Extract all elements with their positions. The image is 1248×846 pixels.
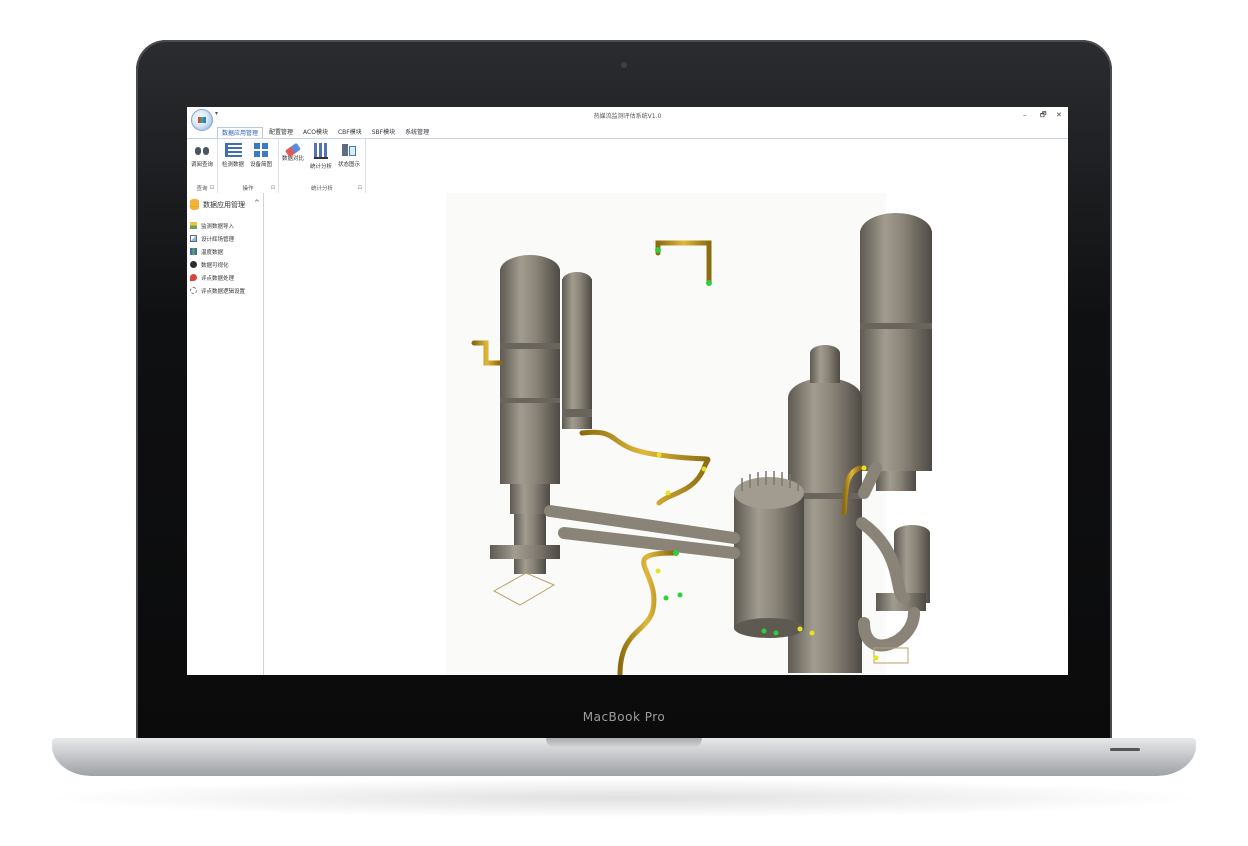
sidebar-header[interactable]: 数据应用管理 ^ — [189, 199, 261, 211]
status-chart-label: 状态图示 — [337, 162, 360, 168]
list-icon — [224, 143, 242, 157]
sidebar-item-temperature[interactable]: 温度数据 — [190, 247, 262, 257]
status-chart-button[interactable]: 状态图示 — [336, 143, 362, 168]
camera-icon — [621, 62, 627, 68]
vessel-back-thin[interactable] — [562, 272, 592, 429]
close-button[interactable]: ✕ — [1056, 111, 1062, 119]
settings-icon — [190, 287, 197, 294]
binoculars-icon — [195, 143, 209, 157]
group-launcher-icon[interactable]: ⊡ — [358, 185, 362, 191]
sidebar-title: 数据应用管理 — [203, 201, 245, 209]
title-bar: 热媒流监测评估系统V1.0 ▾ – 🗗 ✕ — [187, 107, 1068, 123]
ribbon-group-operation: 检测数据 设备简图 操作 ⊡ — [218, 139, 279, 193]
group-launcher-icon[interactable]: ⊡ — [271, 185, 275, 191]
vessel-right[interactable] — [860, 213, 932, 491]
sidebar-item-label: 温度数据 — [201, 250, 224, 256]
sidebar: 数据应用管理 ^ 监测数据导入 设计辉场管理 温度数据 数据可视化 评点数据处理… — [187, 193, 264, 675]
process-icon — [190, 274, 197, 281]
image-icon — [190, 235, 197, 242]
bar-chart-icon — [314, 143, 328, 159]
sidebar-item-label: 监测数据导入 — [201, 224, 235, 230]
ribbon: 调阅查询 查询 ⊡ 检测数据 设备简图 操作 ⊡ 数据对比 统计分析 状态图示 … — [187, 138, 1068, 194]
sidebar-item-logic-settings[interactable]: 评点数据逻辑设置 — [190, 286, 262, 296]
sidebar-item-label: 设计辉场管理 — [201, 237, 235, 243]
plant-3d-model[interactable] — [264, 193, 1068, 675]
import-icon — [190, 222, 197, 229]
group-launcher-icon[interactable]: ⊡ — [210, 185, 214, 191]
power-led — [1110, 748, 1140, 751]
ribbon-group-query: 调阅查询 查询 ⊡ — [187, 139, 218, 193]
restore-button[interactable]: 🗗 — [1040, 111, 1047, 122]
data-icon — [190, 248, 197, 255]
device-diagram-button[interactable]: 设备简图 — [248, 143, 274, 168]
visual-icon — [190, 261, 197, 268]
query-button[interactable]: 调阅查询 — [189, 143, 215, 168]
ribbon-group-label: 操作 — [242, 186, 254, 192]
statistics-button[interactable]: 统计分析 — [308, 143, 334, 170]
quick-access-dropdown-icon[interactable]: ▾ — [215, 110, 218, 117]
sidebar-item-label: 评点数据逻辑设置 — [201, 289, 246, 295]
collapse-icon[interactable]: ^ — [254, 199, 260, 207]
data-compare-button[interactable]: 数据对比 — [280, 142, 306, 162]
app-logo[interactable] — [191, 109, 213, 131]
window-title: 热媒流监测评估系统V1.0 — [593, 113, 662, 120]
sidebar-item-visualization[interactable]: 数据可视化 — [190, 260, 262, 270]
ribbon-group-statistics: 数据对比 统计分析 状态图示 统计分析 ⊡ — [279, 139, 366, 193]
inspection-data-button[interactable]: 检测数据 — [220, 143, 246, 168]
model-viewport[interactable] — [264, 193, 1068, 675]
brand-label: MacBook Pro — [582, 710, 666, 724]
statistics-label: 统计分析 — [309, 164, 332, 170]
data-compare-label: 数据对比 — [281, 156, 304, 162]
sidebar-item-import[interactable]: 监测数据导入 — [190, 221, 262, 231]
minimize-button[interactable]: – — [1023, 111, 1027, 119]
sidebar-item-processing[interactable]: 评点数据处理 — [190, 273, 262, 283]
laptop-notch — [546, 738, 702, 748]
vessel-left[interactable] — [490, 255, 560, 574]
database-icon — [190, 199, 199, 210]
sidebar-item-design[interactable]: 设计辉场管理 — [190, 234, 262, 244]
query-button-label: 调阅查询 — [190, 162, 213, 168]
sidebar-item-label: 数据可视化 — [201, 263, 229, 269]
inspection-data-label: 检测数据 — [221, 162, 244, 168]
flowchart-icon — [342, 143, 356, 157]
laptop-shadow — [40, 778, 1208, 818]
grid-icon — [254, 143, 268, 157]
app-window: 热媒流监测评估系统V1.0 ▾ – 🗗 ✕ 数据应用管理 配置管理 ACO模块 … — [187, 107, 1068, 675]
reactor-drum[interactable] — [734, 471, 804, 638]
sidebar-item-label: 评点数据处理 — [201, 276, 235, 282]
device-diagram-label: 设备简图 — [249, 162, 272, 168]
ribbon-group-label: 统计分析 — [310, 186, 333, 192]
